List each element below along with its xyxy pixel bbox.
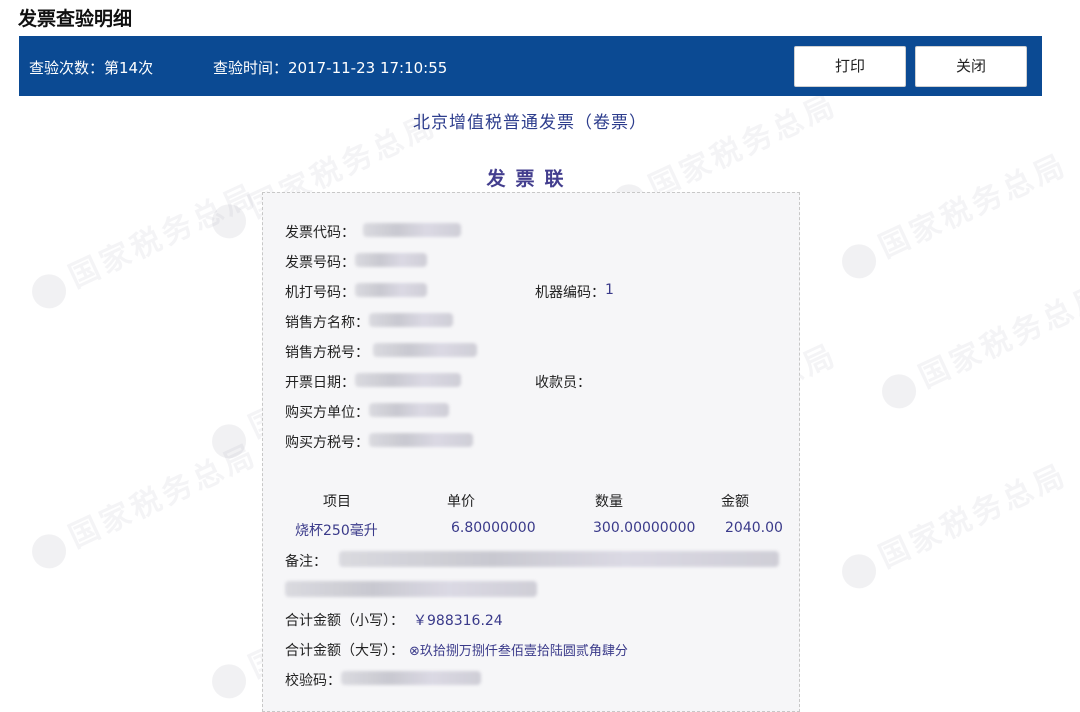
check-code-label: 校验码：: [285, 673, 341, 689]
machine-number-label: 机打号码：: [285, 285, 355, 301]
cashier-label: 收款员：: [535, 375, 591, 391]
item-price: 6.80000000: [451, 520, 536, 536]
issue-date-label: 开票日期：: [285, 375, 355, 391]
header-bar: 查验次数：第14次 查验时间：2017-11-23 17:10:55 打印 关闭: [19, 36, 1042, 96]
redacted-remark-line2: [285, 581, 537, 597]
total-big-value: ⊗玖拾捌万捌仟叁佰壹拾陆圆贰角肆分: [409, 644, 628, 659]
item-name: 烧杯250毫升: [295, 523, 378, 539]
total-small-label: 合计金额（小写）：: [285, 613, 404, 629]
check-time-text: 查验时间：2017-11-23 17:10:55: [213, 59, 448, 77]
items-header-item: 项目: [323, 494, 351, 510]
watermark: 国家税务总局: [832, 450, 1074, 594]
machine-code-value: 1: [605, 282, 614, 298]
buyer-name-label: 购买方单位：: [285, 405, 369, 421]
seller-tax-label: 销售方税号：: [285, 345, 369, 361]
invoice-card: 发票代码： 发票号码： 机打号码： 机器编码： 1 销售方名称： 销售方税号： …: [262, 192, 800, 712]
watermark: 国家税务总局: [22, 430, 264, 574]
items-header-amount: 金额: [721, 494, 749, 510]
items-header-qty: 数量: [595, 494, 623, 510]
machine-code-label: 机器编码：: [535, 285, 605, 301]
redacted-issue-date: [355, 373, 461, 387]
check-count-text: 查验次数：第14次: [29, 59, 154, 77]
invoice-code-label: 发票代码：: [285, 225, 355, 241]
buyer-tax-label: 购买方税号：: [285, 435, 369, 451]
total-small-value: ￥988316.24: [413, 613, 503, 629]
remark-label: 备注：: [285, 554, 327, 570]
invoice-number-label: 发票号码：: [285, 255, 355, 271]
print-button[interactable]: 打印: [794, 46, 906, 87]
redacted-remark-line1: [339, 551, 779, 567]
total-big-label: 合计金额（大写）：: [285, 643, 404, 659]
redacted-buyer-tax: [369, 433, 473, 447]
redacted-buyer-name: [369, 403, 449, 417]
page-title: 发票查验明细: [18, 8, 133, 30]
item-amount: 2040.00: [725, 520, 783, 536]
close-button[interactable]: 关闭: [915, 46, 1027, 87]
redacted-machine-number: [355, 283, 427, 297]
watermark: 国家税务总局: [832, 140, 1074, 284]
watermark: 国家税务总局: [872, 270, 1080, 414]
redacted-seller-name: [369, 313, 453, 327]
item-qty: 300.00000000: [593, 520, 696, 536]
redacted-check-code: [341, 671, 481, 685]
redacted-seller-tax: [373, 343, 477, 357]
items-header-price: 单价: [447, 494, 475, 510]
redacted-invoice-code: [363, 223, 461, 237]
invoice-type-title: 北京增值税普通发票（卷票）: [413, 113, 647, 133]
watermark: 国家税务总局: [22, 170, 264, 314]
invoice-copy-title: 发票联: [486, 168, 574, 190]
redacted-invoice-number: [355, 253, 427, 267]
seller-name-label: 销售方名称：: [285, 315, 369, 331]
